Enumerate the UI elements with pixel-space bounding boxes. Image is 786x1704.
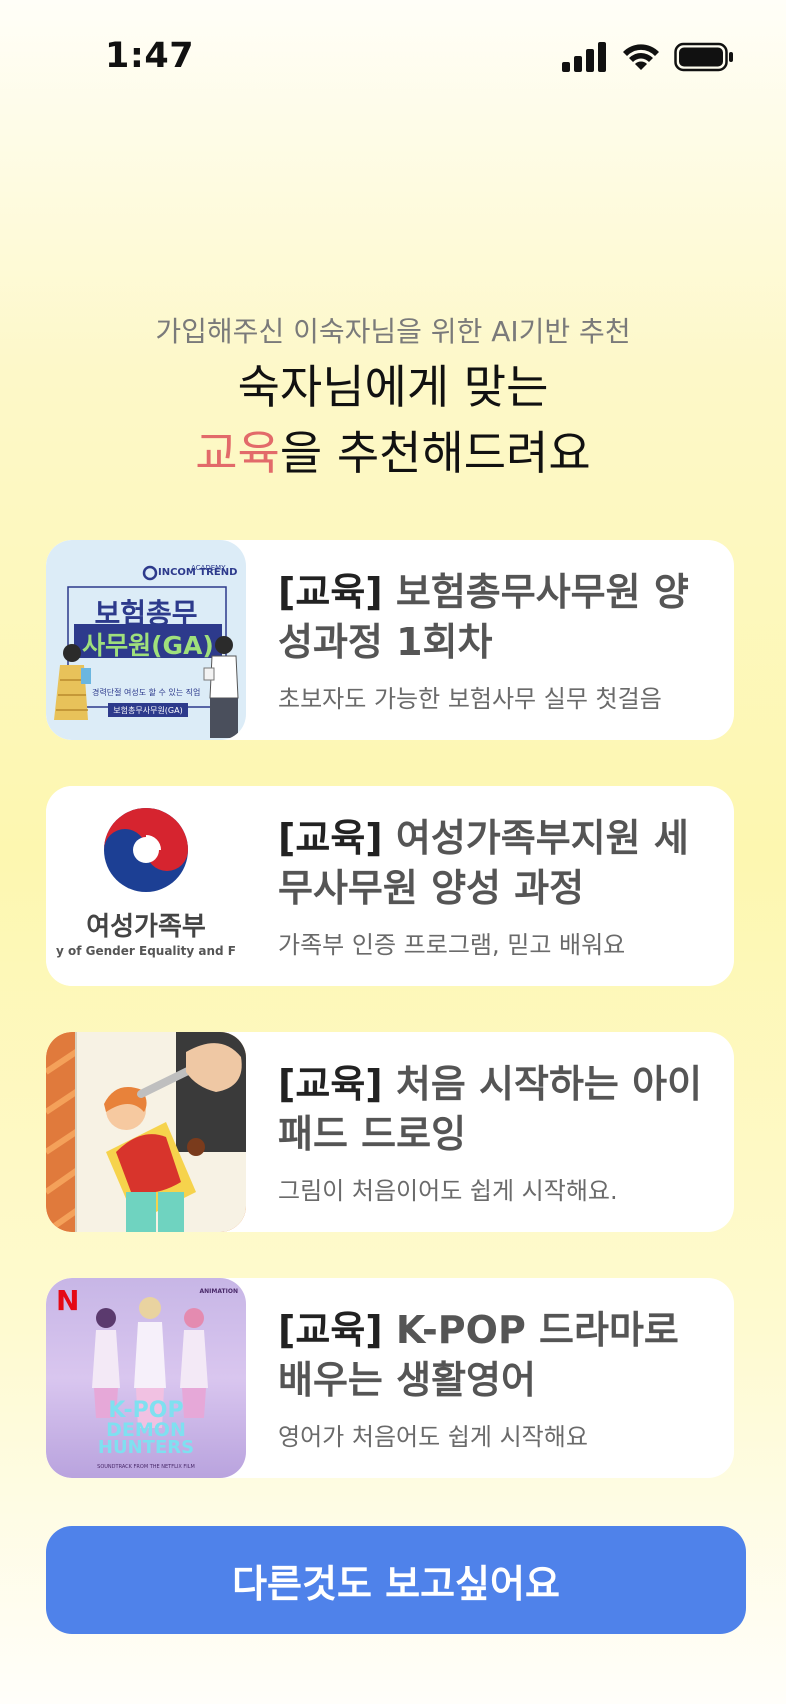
cellular-signal-icon xyxy=(562,42,606,72)
thumb-caption: 경력단절 여성도 할 수 있는 직업 xyxy=(92,688,201,697)
recommendation-headline: 숙자님에게 맞는 교육을 추천해드려요 xyxy=(0,354,786,486)
course-card-ipad-drawing[interactable]: [교육] 처음 시작하는 아이패드 드로잉 그림이 처음이어도 쉽게 시작해요. xyxy=(46,1032,734,1232)
course-card-tax[interactable]: 여성가족부 y of Gender Equality and F [교육] 여성… xyxy=(46,786,734,986)
netflix-logo-icon: N xyxy=(56,1284,80,1317)
course-info-insurance: [교육] 보험총무사무원 양성과정 1회차 초보자도 가능한 보험사무 실무 첫… xyxy=(246,567,734,714)
course-title: [교육] 보험총무사무원 양성과정 1회차 xyxy=(278,567,714,667)
course-description: 가족부 인증 프로그램, 믿고 배워요 xyxy=(278,930,626,959)
recommendation-subtitle: 가입해주신 이숙자님을 위한 AI기반 추천 xyxy=(155,315,631,348)
course-tag: [교육] xyxy=(278,1307,383,1352)
thumb-headline-2: 사무원(GA) xyxy=(82,631,214,660)
course-thumbnail-tax: 여성가족부 y of Gender Equality and F xyxy=(46,786,246,986)
thumb-title-3: HUNTERS xyxy=(97,1437,195,1458)
course-title: [교육] K-POP 드라마로 배우는 생활영어 xyxy=(278,1305,714,1405)
course-tag: [교육] xyxy=(278,569,383,614)
status-bar: 1:47 xyxy=(0,0,786,118)
thumb-footer: SOUNDTRACK FROM THE NETFLIX FILM xyxy=(97,1464,195,1470)
course-description: 초보자도 가능한 보험사무 실무 첫걸음 xyxy=(278,684,662,713)
course-title: [교육] 처음 시작하는 아이패드 드로잉 xyxy=(278,1059,714,1159)
headline-line1: 숙자님에게 맞는 xyxy=(237,360,549,414)
headline-line2-rest: 을 추천해드려요 xyxy=(279,426,591,480)
course-info-tax: [교육] 여성가족부지원 세무사무원 양성 과정 가족부 인증 프로그램, 믿고… xyxy=(246,813,734,960)
headline-accent: 교육 xyxy=(195,426,280,480)
battery-icon xyxy=(674,42,733,72)
wifi-icon xyxy=(623,44,659,70)
course-tag: [교육] xyxy=(278,815,383,860)
thumb-top-label: ANIMATION xyxy=(199,1288,239,1295)
course-card-insurance[interactable]: ACADEMY INCOM TREND 보험총무 사무원(GA) 경력단절 여성… xyxy=(46,540,734,740)
headline-line2: 교육을 추천해드려요 xyxy=(0,420,786,486)
thumb-brand: INCOM TREND xyxy=(158,567,238,578)
course-info-kpop-english: [교육] K-POP 드라마로 배우는 생활영어 영어가 처음어도 쉽게 시작해… xyxy=(246,1305,734,1452)
course-info-ipad-drawing: [교육] 처음 시작하는 아이패드 드로잉 그림이 처음이어도 쉽게 시작해요. xyxy=(246,1059,734,1206)
course-description: 그림이 처음이어도 쉽게 시작해요. xyxy=(278,1176,618,1205)
course-card-kpop-english[interactable]: N ANIMATION K-POP DEMON HUNTERS SOUNDTRA… xyxy=(46,1278,734,1478)
course-description: 영어가 처음어도 쉽게 시작해요 xyxy=(278,1422,588,1451)
org-name: 여성가족부 xyxy=(86,912,206,942)
org-english-name: y of Gender Equality and F xyxy=(56,944,236,958)
thumb-badge: 보험총무사무원(GA) xyxy=(113,706,183,715)
course-thumbnail-ipad-drawing xyxy=(46,1032,246,1232)
see-more-button[interactable]: 다른것도 보고싶어요 xyxy=(46,1526,746,1634)
status-time: 1:47 xyxy=(105,36,195,76)
status-icons xyxy=(562,40,734,74)
course-thumbnail-insurance: ACADEMY INCOM TREND 보험총무 사무원(GA) 경력단절 여성… xyxy=(46,540,246,740)
course-title: [교육] 여성가족부지원 세무사무원 양성 과정 xyxy=(278,813,714,913)
course-thumbnail-kpop-english: N ANIMATION K-POP DEMON HUNTERS SOUNDTRA… xyxy=(46,1278,246,1478)
course-tag: [교육] xyxy=(278,1061,383,1106)
